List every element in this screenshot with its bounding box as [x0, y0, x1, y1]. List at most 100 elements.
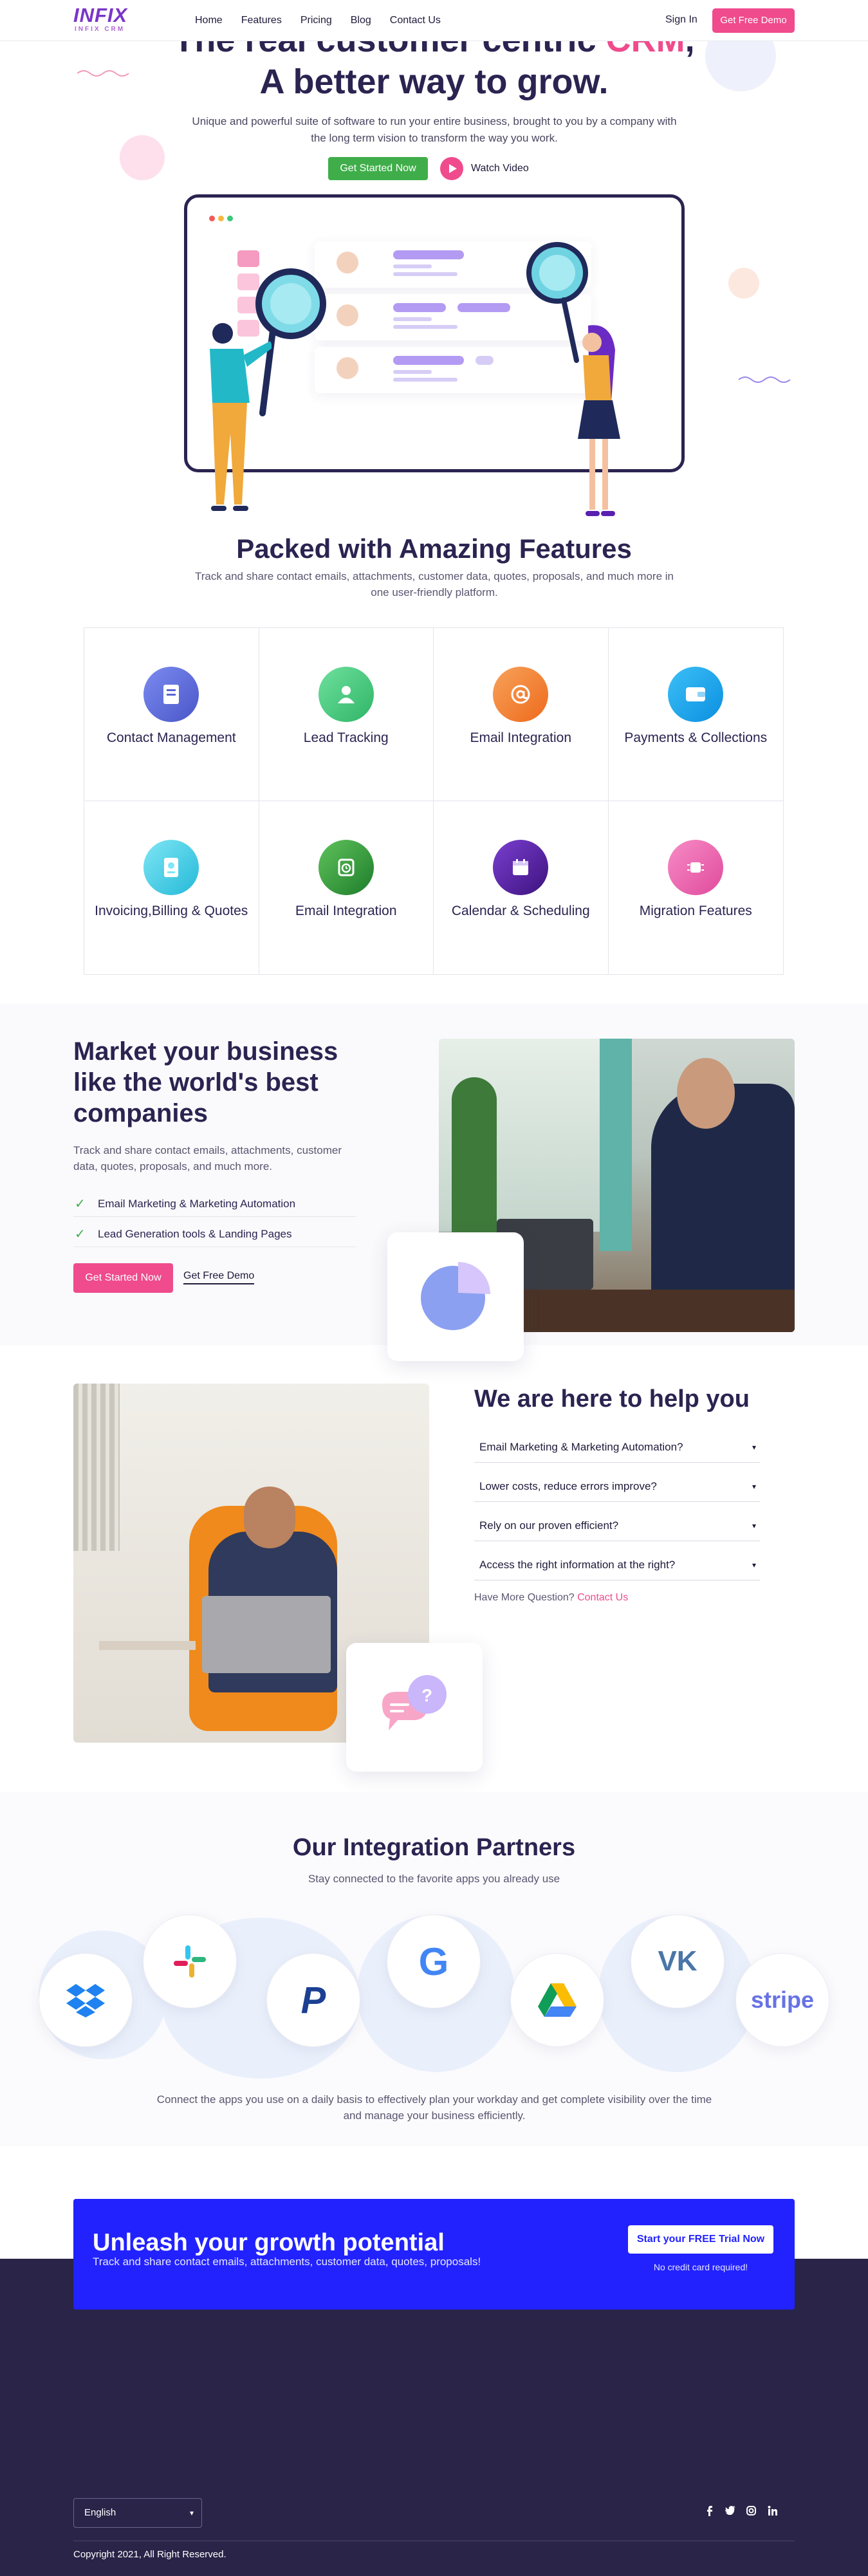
text-bar	[393, 356, 464, 365]
logo[interactable]: INFIX INFIX CRM	[73, 5, 144, 35]
faq-question: Lower costs, reduce errors improve?	[479, 1480, 657, 1492]
features-grid: Contact Management Lead Tracking Email I…	[84, 627, 784, 975]
person-right	[578, 325, 620, 516]
sign-in-link[interactable]: Sign In	[665, 14, 697, 26]
cta-note: No credit card required!	[653, 2262, 748, 2272]
chevron-down-icon: ▾	[189, 2508, 194, 2517]
market-get-started-button[interactable]: Get Started Now	[73, 1263, 173, 1293]
play-icon	[440, 157, 463, 180]
text-bar	[476, 356, 494, 365]
help-title: We are here to help you	[474, 1385, 750, 1413]
help-question-text: Have More Question?	[474, 1592, 575, 1603]
language-select[interactable]: English ▾	[73, 2498, 202, 2528]
watch-video-button[interactable]: Watch Video	[440, 157, 529, 180]
chat-bubble-card: ?	[346, 1643, 483, 1772]
nav-features[interactable]: Features	[241, 14, 282, 27]
feature-card[interactable]: Email Integration	[259, 801, 434, 974]
dropbox-logo[interactable]	[39, 1953, 133, 2047]
chip-icon	[668, 840, 724, 895]
invoice-icon	[143, 840, 199, 895]
wallet-icon	[668, 667, 724, 722]
text-bar	[393, 317, 432, 321]
faq-question: Email Marketing & Marketing Automation?	[479, 1441, 683, 1453]
nav-contact[interactable]: Contact Us	[390, 14, 441, 27]
cta-subtitle: Track and share contact emails, attachme…	[93, 2256, 481, 2268]
facebook-glyph	[707, 2506, 712, 2516]
stripe-logo[interactable]: stripe	[735, 1953, 829, 2047]
facebook-icon[interactable]	[706, 2506, 713, 2519]
contact-book-icon	[143, 667, 199, 722]
clock-icon	[318, 840, 374, 895]
integration-title: Our Integration Partners	[292, 1834, 576, 1861]
feature-card[interactable]: Contact Management	[84, 628, 259, 801]
feature-card[interactable]: Email Integration	[434, 628, 609, 801]
features-title: Packed with Amazing Features	[236, 533, 632, 564]
person-left	[210, 323, 272, 511]
dropbox-icon	[66, 1984, 105, 2017]
integration-subtitle: Stay connected to the favorite apps you …	[308, 1873, 560, 1885]
market-check-item: Lead Generation tools & Landing Pages	[73, 1221, 356, 1247]
chevron-down-icon: ▾	[752, 1561, 756, 1570]
decor-wave-purple	[738, 376, 791, 383]
laptop	[202, 1596, 331, 1673]
faq-item[interactable]: Access the right information at the righ…	[474, 1550, 760, 1580]
calendar-icon	[493, 840, 549, 895]
header-demo-button[interactable]: Get Free Demo	[712, 8, 795, 33]
free-trial-button[interactable]: Start your FREE Trial Now	[628, 2225, 773, 2254]
twitter-icon[interactable]	[725, 2506, 735, 2518]
paypal-logo[interactable]: P	[266, 1953, 360, 2047]
faq-item[interactable]: Lower costs, reduce errors improve? ▾	[474, 1471, 760, 1502]
window-dot-green	[227, 216, 233, 221]
market-text: Track and share contact emails, attachme…	[73, 1144, 342, 1172]
feature-label: Lead Tracking	[303, 730, 389, 745]
integration-text: Connect the apps you use on a daily basi…	[156, 2093, 712, 2122]
get-started-button[interactable]: Get Started Now	[328, 157, 428, 180]
vk-icon: VK	[658, 1945, 697, 1977]
feature-card[interactable]: Lead Tracking	[259, 628, 434, 801]
instagram-icon[interactable]	[746, 2506, 756, 2519]
text-bar	[393, 272, 457, 276]
nav-pricing[interactable]: Pricing	[300, 14, 332, 27]
curtain	[600, 1039, 632, 1251]
faq-item[interactable]: Rely on our proven efficient? ▾	[474, 1510, 760, 1541]
hero-subtitle: Unique and powerful suite of software to…	[192, 115, 677, 144]
google-drive-icon	[538, 1983, 577, 2017]
contact-us-link[interactable]: Contact Us	[577, 1592, 628, 1603]
vk-logo[interactable]: VK	[631, 1914, 725, 2008]
feature-label: Contact Management	[106, 730, 236, 745]
faq-item[interactable]: Email Marketing & Marketing Automation? ▾	[474, 1432, 760, 1463]
watch-video-label: Watch Video	[471, 163, 529, 174]
chevron-down-icon: ▾	[752, 1482, 756, 1491]
copyright: Copyright 2021, All Right Reserved.	[73, 2549, 226, 2560]
page: The real customer centric CRM, A better …	[0, 0, 868, 2576]
main-nav: Home Features Pricing Blog Contact Us	[195, 14, 459, 27]
person-head	[677, 1058, 735, 1129]
language-value: English	[84, 2507, 116, 2518]
feature-card[interactable]: Calendar & Scheduling	[434, 801, 609, 974]
nav-home[interactable]: Home	[195, 14, 223, 27]
google-logo[interactable]: G	[387, 1914, 481, 2008]
nav-blog[interactable]: Blog	[351, 14, 371, 27]
chevron-down-icon: ▾	[752, 1443, 756, 1452]
text-bar	[393, 378, 457, 382]
faq-question: Access the right information at the righ…	[479, 1559, 676, 1571]
feature-label: Invoicing,Billing & Quotes	[95, 903, 248, 918]
market-demo-link[interactable]: Get Free Demo	[183, 1270, 255, 1284]
feature-card[interactable]: Invoicing,Billing & Quotes	[84, 801, 259, 974]
linkedin-icon[interactable]	[768, 2506, 777, 2519]
person-face	[244, 1487, 295, 1548]
side-table	[99, 1641, 196, 1650]
avatar	[337, 357, 358, 379]
feature-card[interactable]: Migration Features	[609, 801, 784, 974]
google-drive-logo[interactable]	[510, 1953, 604, 2047]
feature-card[interactable]: Payments & Collections	[608, 628, 783, 801]
slack-logo[interactable]	[143, 1914, 237, 2008]
decor-circle-pink	[120, 135, 165, 180]
paypal-icon: P	[300, 1979, 326, 2021]
avatar	[337, 252, 358, 273]
pie-chart-card	[387, 1232, 524, 1361]
window-dot-red	[209, 216, 215, 221]
plant	[452, 1077, 497, 1245]
features-subtitle: Track and share contact emails, attachme…	[195, 570, 674, 598]
feature-label: Migration Features	[639, 903, 752, 918]
